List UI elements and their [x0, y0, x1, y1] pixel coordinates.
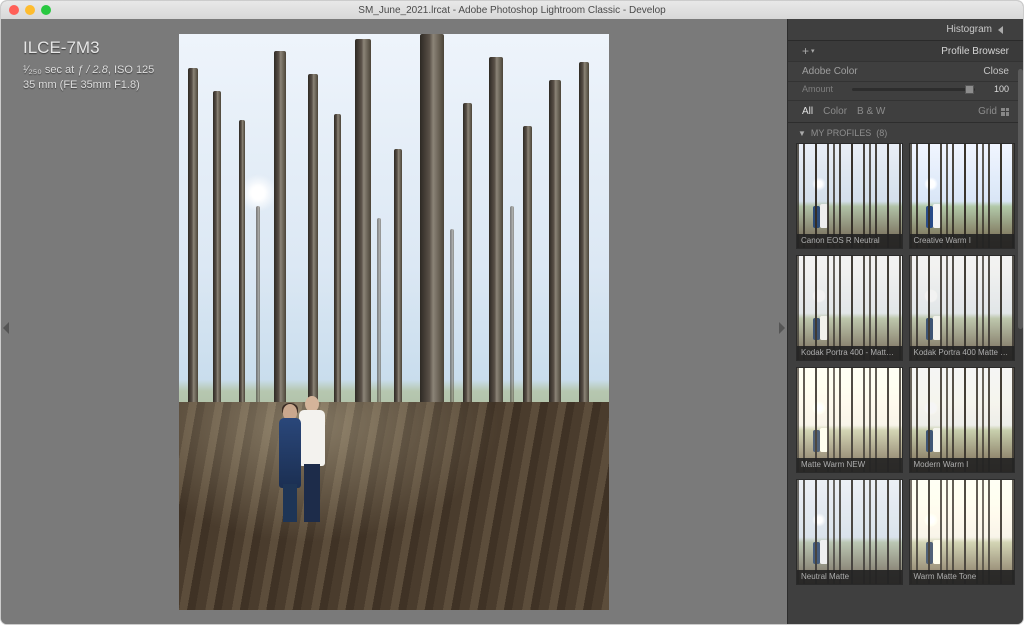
profile-thumbnail[interactable]: Neutral Matte: [796, 479, 903, 585]
amount-slider-row: Amount 100: [788, 82, 1023, 101]
profile-browser-label: Profile Browser: [941, 46, 1009, 57]
app-window: SM_June_2021.lrcat - Adobe Photoshop Lig…: [1, 1, 1023, 624]
disclosure-triangle-icon: ▼: [798, 129, 806, 138]
current-profile-name: Adobe Color: [802, 66, 858, 77]
section-count: (8): [876, 128, 887, 138]
collapse-icon: [998, 26, 1003, 34]
filter-bw[interactable]: B & W: [857, 106, 885, 117]
right-panel: Histogram +▾ Profile Browser Adobe Color…: [787, 19, 1023, 624]
profile-thumbnail[interactable]: Creative Warm I: [909, 143, 1016, 249]
profiles-grid: Canon EOS R Neutral Creative Warm I Kodak …: [796, 143, 1015, 585]
histogram-label: Histogram: [946, 24, 992, 35]
profile-preview: [910, 256, 1015, 360]
profile-thumbnail[interactable]: Canon EOS R Neutral: [796, 143, 903, 249]
grid-icon: [1001, 108, 1009, 116]
profile-name: Warm Matte Tone: [910, 570, 1015, 584]
profile-thumbnail[interactable]: Modern Warm I: [909, 367, 1016, 473]
profile-thumbnail[interactable]: Matte Warm NEW: [796, 367, 903, 473]
panel-scrollbar[interactable]: [1018, 69, 1023, 329]
profile-thumbnail[interactable]: Kodak Portra 400 - Matte Tone: [796, 255, 903, 361]
aperture: ƒ / 2.8: [77, 64, 108, 76]
slider-thumb[interactable]: [965, 85, 974, 94]
lens-info: 35 mm (FE 35mm F1.8): [23, 78, 154, 93]
profile-name: Neutral Matte: [797, 570, 902, 584]
camera-model: ILCE-7M3: [23, 37, 154, 60]
metadata-overlay: ILCE-7M3 ¹⁄₂₅₀ sec at ƒ / 2.8, ISO 125 3…: [23, 37, 154, 93]
profile-filter-bar: All Color B & W Grid: [788, 101, 1023, 123]
filter-all[interactable]: All: [802, 106, 813, 117]
image-canvas[interactable]: ILCE-7M3 ¹⁄₂₅₀ sec at ƒ / 2.8, ISO 125 3…: [1, 19, 787, 624]
profile-preview: [797, 368, 902, 472]
histogram-header[interactable]: Histogram: [788, 19, 1023, 41]
grid-view-toggle[interactable]: Grid: [978, 106, 1009, 117]
section-name: MY PROFILES: [811, 128, 871, 138]
amount-slider[interactable]: [852, 88, 975, 91]
current-profile-row: Adobe Color Close: [788, 62, 1023, 82]
profile-name: Creative Warm I: [910, 234, 1015, 248]
profile-preview: [910, 480, 1015, 584]
profile-preview: [797, 144, 902, 248]
iso-value: ISO 125: [114, 64, 154, 76]
add-profile-button[interactable]: +▾: [802, 45, 815, 57]
exposure-line: ¹⁄₂₅₀ sec at ƒ / 2.8, ISO 125: [23, 63, 154, 78]
profiles-grid-scroll[interactable]: Canon EOS R Neutral Creative Warm I Kodak …: [788, 143, 1023, 624]
profile-thumbnail[interactable]: Kodak Portra 400 Matte Tone: [909, 255, 1016, 361]
profile-preview: [797, 256, 902, 360]
filter-color[interactable]: Color: [823, 106, 847, 117]
window-title: SM_June_2021.lrcat - Adobe Photoshop Lig…: [1, 5, 1023, 16]
profiles-section-header[interactable]: ▼ MY PROFILES (8): [788, 123, 1023, 143]
amount-label: Amount: [802, 84, 846, 94]
profile-name: Matte Warm NEW: [797, 458, 902, 472]
titlebar: SM_June_2021.lrcat - Adobe Photoshop Lig…: [1, 1, 1023, 19]
profile-thumbnail[interactable]: Warm Matte Tone: [909, 479, 1016, 585]
profile-name: Modern Warm I: [910, 458, 1015, 472]
grid-label: Grid: [978, 106, 997, 117]
amount-value: 100: [981, 84, 1009, 94]
profile-name: Canon EOS R Neutral: [797, 234, 902, 248]
profile-preview: [910, 368, 1015, 472]
profile-preview: [910, 144, 1015, 248]
profile-preview: [797, 480, 902, 584]
close-browser-button[interactable]: Close: [983, 66, 1009, 77]
profile-name: Kodak Portra 400 Matte Tone: [910, 346, 1015, 360]
main-photo[interactable]: [179, 34, 609, 610]
profile-browser-header: +▾ Profile Browser: [788, 41, 1023, 62]
shutter-speed: ¹⁄₂₅₀ sec at: [23, 64, 74, 76]
profile-name: Kodak Portra 400 - Matte Tone: [797, 346, 902, 360]
